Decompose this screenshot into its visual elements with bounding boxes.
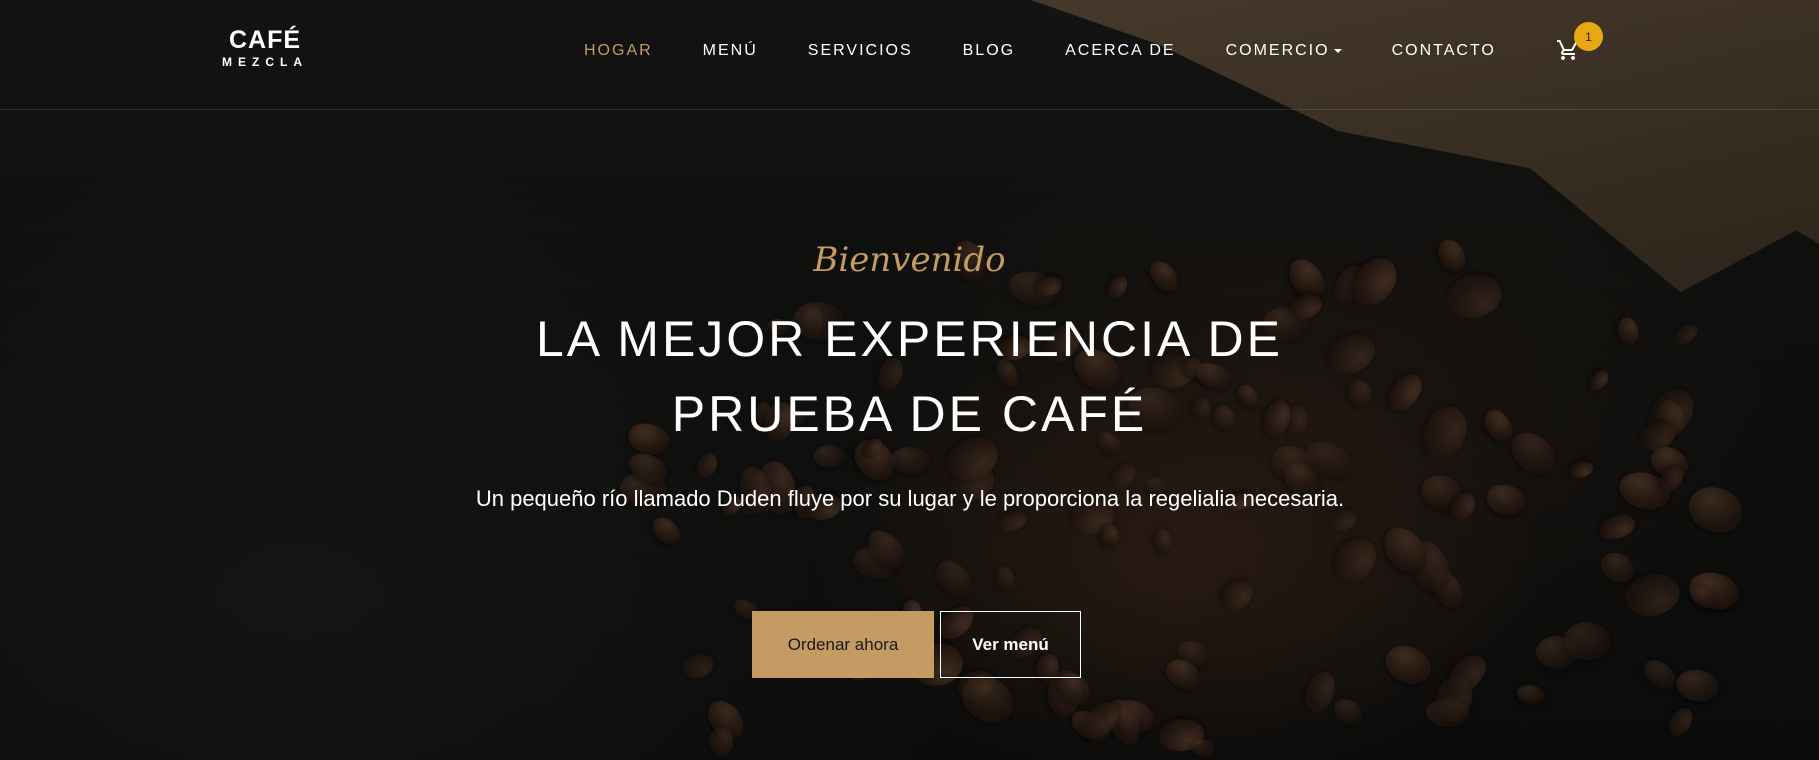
nav-item-comercio-label: COMERCIO bbox=[1225, 42, 1330, 59]
view-menu-button[interactable]: Ver menú bbox=[940, 611, 1081, 678]
hero-subtitle: Un pequeño río llamado Duden fluye por s… bbox=[475, 486, 1345, 511]
nav-item-menu[interactable]: MENÚ bbox=[703, 42, 758, 60]
chevron-down-icon bbox=[1333, 49, 1342, 53]
hero-headline-line1: LA MEJOR EXPERIENCIA DE bbox=[536, 311, 1283, 367]
nav-item-hogar[interactable]: HOGAR bbox=[584, 42, 653, 60]
hero-welcome: Bienvenido bbox=[813, 240, 1006, 280]
nav-item-contacto[interactable]: CONTACTO bbox=[1392, 42, 1496, 60]
hero-section: CAFÉ MEZCLA HOGAR MENÚ SERVICIOS BLOG AC… bbox=[0, 0, 1819, 760]
navbar: CAFÉ MEZCLA HOGAR MENÚ SERVICIOS BLOG AC… bbox=[0, 0, 1819, 110]
hero-headline: LA MEJOR EXPERIENCIA DE PRUEBA DE CAFÉ bbox=[0, 302, 1819, 452]
order-now-button[interactable]: Ordenar ahora bbox=[752, 611, 934, 678]
brand-logo-bottom: MEZCLA bbox=[222, 55, 308, 69]
nav-item-blog[interactable]: BLOG bbox=[963, 42, 1015, 60]
brand-logo-top: CAFÉ bbox=[228, 26, 302, 54]
nav-item-comercio[interactable]: COMERCIO bbox=[1226, 42, 1342, 60]
nav-menu: HOGAR MENÚ SERVICIOS BLOG ACERCA DE COME… bbox=[584, 42, 1496, 60]
nav-item-acerca-de[interactable]: ACERCA DE bbox=[1065, 42, 1175, 60]
hero-headline-line2: PRUEBA DE CAFÉ bbox=[671, 386, 1148, 442]
cart-count-badge: 1 bbox=[1574, 22, 1603, 51]
nav-item-servicios[interactable]: SERVICIOS bbox=[808, 42, 913, 60]
brand-logo[interactable]: CAFÉ MEZCLA bbox=[222, 26, 308, 69]
